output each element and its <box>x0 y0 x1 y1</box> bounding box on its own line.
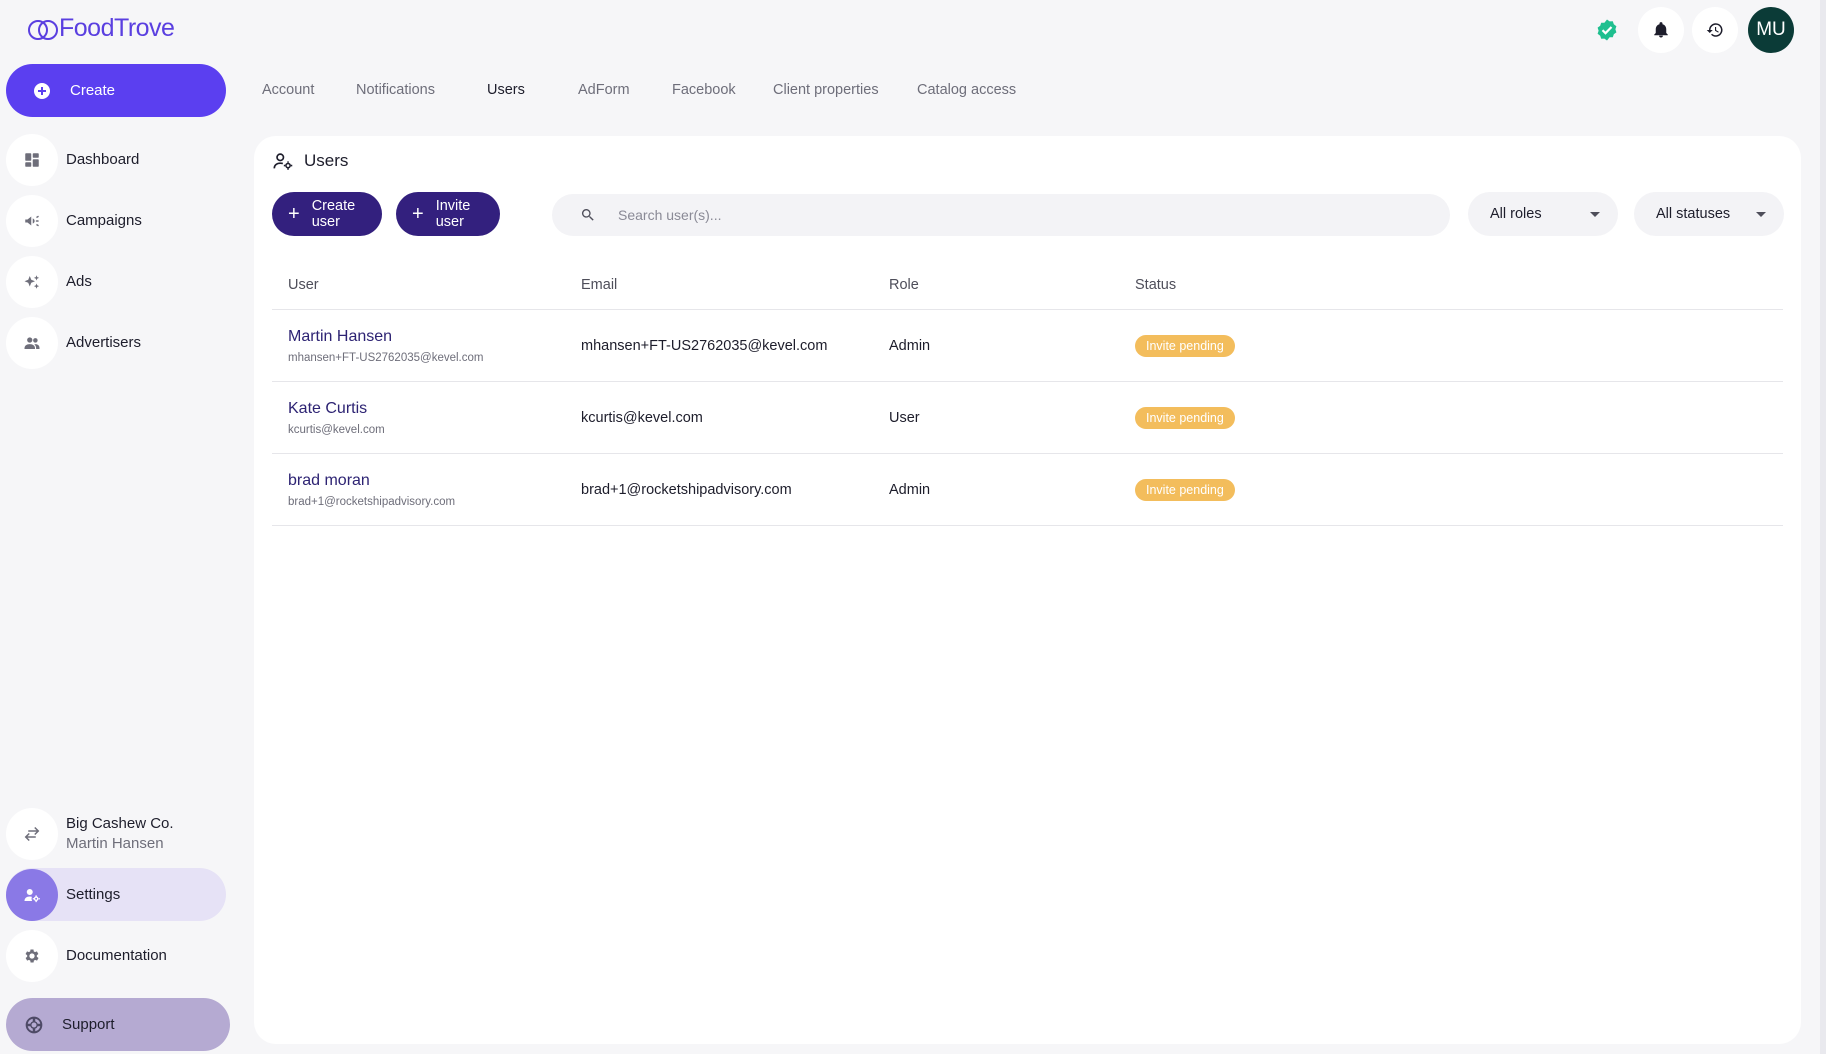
plus-circle-icon <box>34 82 50 99</box>
user-sub-email: kcurtis@kevel.com <box>288 423 385 436</box>
dashboard-icon <box>6 133 58 186</box>
status-badge: Invite pending <box>1135 334 1235 357</box>
role-cell: Admin <box>889 337 931 354</box>
brand-logo[interactable]: FoodTrove <box>28 14 175 43</box>
table-row[interactable]: brad moran brad+1@rocketshipadvisory.com… <box>272 454 1783 526</box>
logo-icon <box>28 18 58 40</box>
sidebar-item-ads[interactable]: Ads <box>6 255 226 308</box>
tab-notifications[interactable]: Notifications <box>356 82 487 102</box>
table-row[interactable]: Martin Hansen mhansen+FT-US2762035@kevel… <box>272 310 1783 382</box>
roles-filter-value: All roles <box>1490 206 1542 222</box>
column-header-email[interactable]: Email <box>581 277 889 293</box>
create-user-button[interactable]: + Create user <box>272 192 382 236</box>
user-sub-email: mhansen+FT-US2762035@kevel.com <box>288 351 484 364</box>
account-switcher[interactable]: Big Cashew Co. Martin Hansen <box>6 807 226 860</box>
table-row[interactable]: Kate Curtis kcurtis@kevel.com kcurtis@ke… <box>272 382 1783 454</box>
roles-filter-select[interactable]: All roles <box>1468 192 1618 236</box>
brand-name: FoodTrove <box>59 14 175 42</box>
tab-adform[interactable]: AdForm <box>578 82 672 102</box>
history-button[interactable] <box>1692 7 1738 53</box>
search-icon <box>581 209 594 221</box>
sidebar-item-campaigns[interactable]: Campaigns <box>6 194 226 247</box>
users-table: User Email Role Status Martin Hansen mha… <box>272 260 1783 526</box>
user-cell: Kate Curtis kcurtis@kevel.com <box>272 400 581 436</box>
email-cell: mhansen+FT-US2762035@kevel.com <box>581 337 828 354</box>
create-button[interactable]: Create <box>6 64 226 117</box>
sidebar-item-label: Campaigns <box>66 212 142 229</box>
status-filter-value: All statuses <box>1656 206 1731 222</box>
user-name-link[interactable]: Kate Curtis <box>288 400 581 418</box>
column-header-role[interactable]: Role <box>889 277 1135 293</box>
sidebar-item-advertisers[interactable]: Advertisers <box>6 316 226 369</box>
plus-icon: + <box>412 203 424 225</box>
support-button[interactable]: Support <box>6 998 230 1051</box>
swap-icon <box>6 807 58 860</box>
account-company: Big Cashew Co. <box>66 814 174 832</box>
tab-catalog-access[interactable]: Catalog access <box>917 82 1027 102</box>
role-cell: Admin <box>889 481 931 498</box>
column-header-user[interactable]: User <box>272 277 581 293</box>
app: FoodTrove Create Dashboard Campaigns Ads <box>0 0 1826 1054</box>
plus-icon: + <box>288 203 300 225</box>
user-cell: Martin Hansen mhansen+FT-US2762035@kevel… <box>272 328 581 364</box>
create-user-label: Create user <box>311 198 356 230</box>
tab-client-properties[interactable]: Client properties <box>773 82 917 102</box>
table-header: User Email Role Status <box>272 260 1783 310</box>
user-settings-icon <box>273 153 293 170</box>
tab-facebook[interactable]: Facebook <box>672 82 773 102</box>
account-text: Big Cashew Co. Martin Hansen <box>66 814 174 854</box>
people-icon <box>6 316 58 369</box>
sidebar-item-dashboard[interactable]: Dashboard <box>6 133 226 186</box>
user-name-link[interactable]: brad moran <box>288 472 581 490</box>
avatar[interactable]: MU <box>1748 7 1794 53</box>
page-title: Users <box>272 150 348 172</box>
email-cell: brad+1@rocketshipadvisory.com <box>581 481 792 498</box>
support-label: Support <box>62 1016 115 1033</box>
user-name-link[interactable]: Martin Hansen <box>288 328 581 346</box>
sidebar-item-settings[interactable]: Settings <box>6 868 226 921</box>
gear-icon <box>6 929 58 982</box>
tab-users[interactable]: Users <box>487 82 578 102</box>
user-cell: brad moran brad+1@rocketshipadvisory.com <box>272 472 581 508</box>
status-cell: Invite pending <box>1135 334 1783 357</box>
lifebuoy-icon <box>24 1015 44 1035</box>
sidebar-item-label: Ads <box>66 273 92 290</box>
page-title-text: Users <box>304 151 349 170</box>
sidebar-item-label: Advertisers <box>66 334 142 351</box>
status-cell: Invite pending <box>1135 406 1783 429</box>
tab-account[interactable]: Account <box>262 82 356 102</box>
history-icon <box>1706 23 1723 37</box>
megaphone-icon <box>6 194 58 247</box>
documentation-label: Documentation <box>66 947 167 964</box>
search-box <box>552 194 1450 236</box>
email-cell: kcurtis@kevel.com <box>581 409 703 426</box>
top-actions: MU <box>1584 7 1794 53</box>
create-label: Create <box>70 82 116 99</box>
sidebar: FoodTrove Create Dashboard Campaigns Ads <box>0 0 245 1054</box>
sparkle-icon <box>6 255 58 308</box>
verified-badge-icon[interactable] <box>1584 7 1630 53</box>
sidebar-item-documentation[interactable]: Documentation <box>6 929 226 982</box>
window-scrollbar[interactable] <box>1820 0 1826 1054</box>
users-card: Users + Create user + Invite user All ro… <box>254 136 1801 1044</box>
user-settings-icon <box>6 868 58 921</box>
caret-down-icon <box>1590 211 1600 217</box>
role-cell: User <box>889 409 920 426</box>
settings-tabs: Account Notifications Users AdForm Faceb… <box>262 82 1027 102</box>
status-cell: Invite pending <box>1135 478 1783 501</box>
search-input[interactable] <box>618 207 1418 223</box>
invite-user-button[interactable]: + Invite user <box>396 192 500 236</box>
notifications-button[interactable] <box>1638 7 1684 53</box>
status-filter-select[interactable]: All statuses <box>1634 192 1784 236</box>
bell-icon <box>1654 22 1668 38</box>
invite-user-label: Invite user <box>435 198 471 230</box>
status-badge: Invite pending <box>1135 406 1235 429</box>
status-badge: Invite pending <box>1135 478 1235 501</box>
sidebar-item-label: Dashboard <box>66 151 140 168</box>
caret-down-icon <box>1756 211 1766 217</box>
column-header-status[interactable]: Status <box>1135 277 1783 293</box>
account-user: Martin Hansen <box>66 834 164 852</box>
user-sub-email: brad+1@rocketshipadvisory.com <box>288 495 456 508</box>
settings-label: Settings <box>66 886 121 903</box>
